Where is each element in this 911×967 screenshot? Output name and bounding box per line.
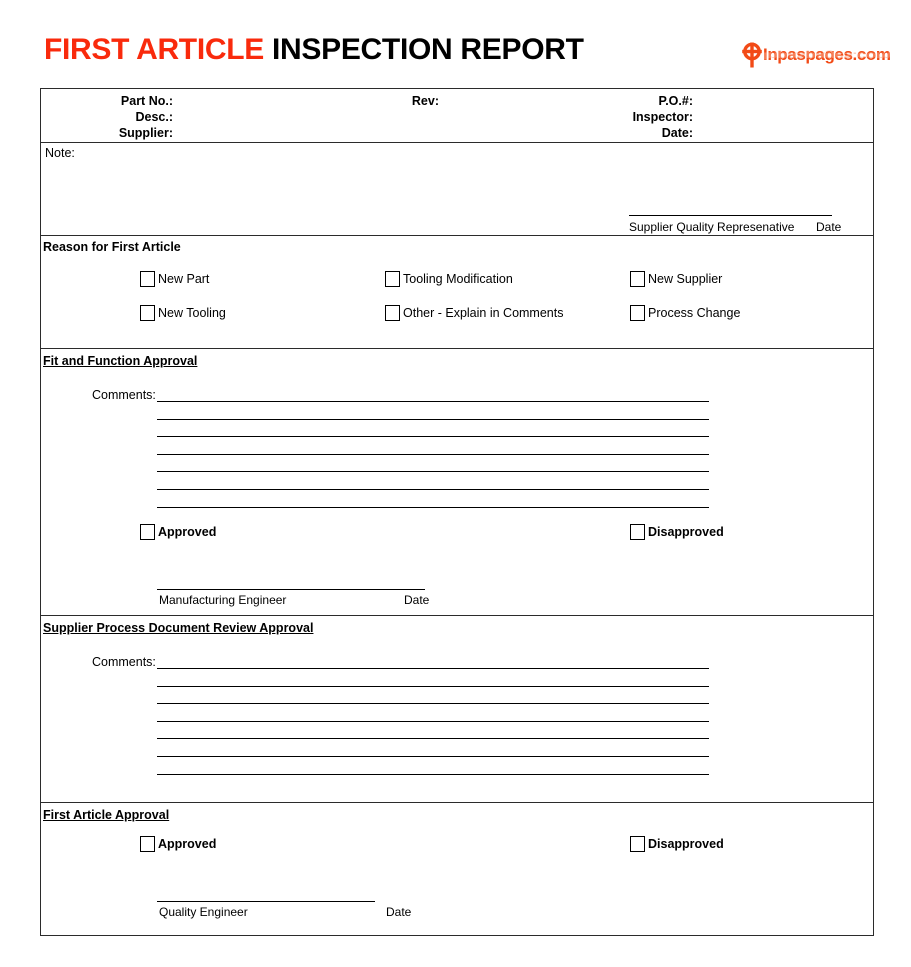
checkbox-label-new-part: New Part	[158, 272, 210, 286]
fit-function-comment-line[interactable]	[157, 436, 709, 437]
field-label-part-no: Part No.:	[120, 94, 173, 108]
reason-section-title: Reason for First Article	[43, 240, 181, 254]
fit-function-comment-line[interactable]	[157, 419, 709, 420]
supplier-process-comment-line[interactable]	[157, 756, 709, 757]
checkbox-item-fit-approved[interactable]: Approved	[140, 524, 216, 540]
fit-function-comment-line[interactable]	[157, 507, 709, 508]
brand-logo[interactable]: Inpaspages.com Inpaspages.com	[739, 40, 891, 82]
checkbox-label-fit-disapproved: Disapproved	[648, 525, 724, 539]
page-title-plain: INSPECTION REPORT	[263, 33, 584, 66]
checkbox-label-tooling-modification: Tooling Modification	[403, 272, 513, 286]
supplier-process-comment-line[interactable]	[157, 774, 709, 775]
checkbox-faa-disapproved[interactable]	[630, 836, 645, 852]
fit-function-date-label: Date	[404, 593, 430, 607]
checkbox-fit-approved[interactable]	[140, 524, 155, 540]
checkbox-label-faa-approved: Approved	[158, 837, 217, 851]
checkbox-label-new-tooling: New Tooling	[158, 306, 226, 320]
checkbox-label-other: Other - Explain in Comments	[403, 306, 564, 320]
checkbox-label-fit-approved: Approved	[158, 525, 217, 539]
fit-function-comment-line[interactable]	[157, 401, 709, 402]
checkbox-item-faa-disapproved[interactable]: Disapproved	[630, 836, 724, 852]
form-header-section: Part No.: Rev: P.O.#: Desc.: Inspector: …	[41, 89, 873, 143]
first-article-signature-line[interactable]	[157, 901, 375, 902]
checkbox-item-tooling-modification[interactable]: Tooling Modification	[385, 271, 513, 287]
supplier-process-comment-line[interactable]	[157, 703, 709, 704]
supplier-process-section: Supplier Process Document Review Approva…	[41, 616, 873, 803]
checkbox-new-supplier[interactable]	[630, 271, 645, 287]
note-section: Note: Supplier Quality Represenative Dat…	[41, 143, 873, 236]
checkbox-new-tooling[interactable]	[140, 305, 155, 321]
reason-section: Reason for First Article New Part Toolin…	[41, 236, 873, 349]
field-label-rev: Rev:	[411, 94, 439, 108]
supplier-process-comment-line[interactable]	[157, 686, 709, 687]
field-label-inspector: Inspector:	[632, 110, 693, 124]
note-date-label: Date	[816, 220, 842, 234]
supplier-process-title: Supplier Process Document Review Approva…	[43, 621, 314, 635]
checkbox-item-faa-approved[interactable]: Approved	[140, 836, 216, 852]
first-article-approval-title: First Article Approval	[43, 808, 170, 822]
checkbox-item-fit-disapproved[interactable]: Disapproved	[630, 524, 724, 540]
field-label-supplier: Supplier:	[118, 126, 173, 140]
fit-function-comment-line[interactable]	[157, 489, 709, 490]
checkbox-item-process-change[interactable]: Process Change	[630, 305, 740, 321]
first-article-date-label: Date	[386, 905, 412, 919]
note-signature-line[interactable]	[629, 215, 832, 216]
checkbox-label-faa-disapproved: Disapproved	[648, 837, 724, 851]
first-article-approval-section: First Article Approval Approved Disappro…	[41, 803, 873, 934]
checkbox-other[interactable]	[385, 305, 400, 321]
checkbox-new-part[interactable]	[140, 271, 155, 287]
brand-logo-reflection: Inpaspages.com	[763, 50, 891, 62]
checkbox-item-new-part[interactable]: New Part	[140, 271, 209, 287]
checkbox-tooling-modification[interactable]	[385, 271, 400, 287]
page-title: FIRST ARTICLE INSPECTION REPORT	[44, 33, 584, 67]
note-signature-label: Supplier Quality Represenative	[629, 220, 795, 234]
checkbox-faa-approved[interactable]	[140, 836, 155, 852]
fit-function-section: Fit and Function Approval Comments: Appr…	[41, 349, 873, 616]
inspection-form: Part No.: Rev: P.O.#: Desc.: Inspector: …	[40, 88, 874, 936]
fit-function-comments-label: Comments:	[92, 388, 156, 402]
field-label-po: P.O.#:	[658, 94, 693, 108]
fit-function-signature-label: Manufacturing Engineer	[159, 593, 287, 607]
field-label-date: Date:	[661, 126, 693, 140]
fit-function-comment-line[interactable]	[157, 454, 709, 455]
fit-function-title: Fit and Function Approval	[43, 354, 198, 368]
field-label-desc: Desc.:	[135, 110, 173, 124]
fit-function-signature-line[interactable]	[157, 589, 425, 590]
supplier-process-comments-label: Comments:	[92, 655, 156, 669]
fit-function-comment-line[interactable]	[157, 471, 709, 472]
note-label: Note:	[45, 146, 75, 160]
checkbox-process-change[interactable]	[630, 305, 645, 321]
checkbox-item-new-tooling[interactable]: New Tooling	[140, 305, 226, 321]
checkbox-fit-disapproved[interactable]	[630, 524, 645, 540]
checkbox-item-new-supplier[interactable]: New Supplier	[630, 271, 722, 287]
page-title-accent: FIRST ARTICLE	[44, 33, 264, 66]
first-article-signature-label: Quality Engineer	[159, 905, 248, 919]
supplier-process-comment-line[interactable]	[157, 721, 709, 722]
checkbox-label-process-change: Process Change	[648, 306, 741, 320]
supplier-process-comment-line[interactable]	[157, 738, 709, 739]
supplier-process-comment-line[interactable]	[157, 668, 709, 669]
checkbox-item-other[interactable]: Other - Explain in Comments	[385, 305, 563, 321]
celtic-cross-icon	[742, 42, 762, 68]
checkbox-label-new-supplier: New Supplier	[648, 272, 723, 286]
